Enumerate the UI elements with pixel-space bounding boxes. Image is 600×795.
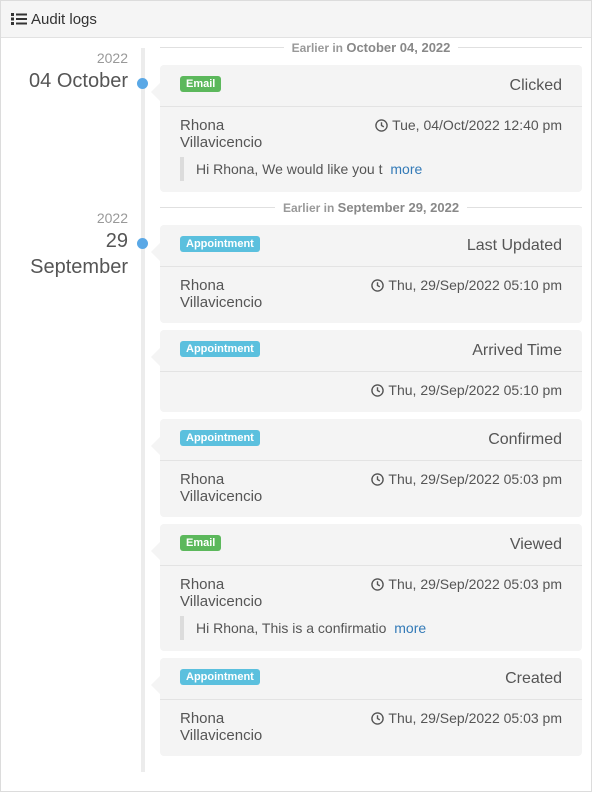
log-time: Thu, 29/Sep/2022 05:03 pm [371,576,562,592]
timeline-dot [137,238,148,249]
clock-icon [371,472,385,486]
separator-date: September 29, 2022 [337,200,460,215]
clock-icon [371,278,385,292]
date-block: 2022 04 October [29,50,128,94]
appointment-badge: Appointment [180,340,260,357]
log-entry-card: Appointment Last Updated Rhona Villavice… [151,225,582,323]
log-entry-card: Email Clicked Rhona Villavicencio Tue, 0… [151,65,582,192]
clock-icon [371,383,385,397]
clock-icon [371,577,385,591]
log-time: Thu, 29/Sep/2022 05:10 pm [371,277,562,293]
person-name: Rhona Villavicencio [180,576,263,610]
clock-icon [375,118,388,132]
person-name: Rhona Villavicencio [180,471,263,505]
date-main: September [30,256,128,278]
timeline-line [141,48,145,772]
more-link[interactable]: more [394,620,426,636]
person-name: Rhona Villavicencio [180,117,263,151]
log-status: Viewed [509,535,562,553]
email-badge: Email [180,534,222,551]
timeline-dot [137,78,148,89]
email-badge: Email [180,75,222,92]
panel-header: Audit logs [1,1,591,38]
date-year: 2022 [96,50,128,66]
log-status: Created [505,669,562,687]
log-time: Tue, 04/Oct/2022 12:40 pm [375,117,562,133]
list-icon [11,13,27,25]
appointment-badge: Appointment [180,668,260,685]
log-status: Confirmed [488,430,562,448]
separator-date: October 04, 2022 [346,40,451,55]
clock-icon [371,711,385,725]
log-status: Arrived Time [472,341,562,359]
log-time: Thu, 29/Sep/2022 05:03 pm [371,471,562,487]
date-block: 2022 29 September [30,210,128,280]
appointment-badge: Appointment [180,429,260,446]
separator-prefix: Earlier in [282,201,335,215]
log-time: Thu, 29/Sep/2022 05:03 pm [371,710,562,726]
date-main: 29 [105,230,128,252]
date-separator: Earlier in October 04, 2022 [160,40,583,55]
person-name: Rhona Villavicencio [180,710,263,744]
log-time: Thu, 29/Sep/2022 05:10 pm [371,382,562,398]
date-year: 2022 [96,210,128,226]
date-main: 04 October [29,70,128,92]
message-preview: Hi Rhona, This is a confirmatio more [180,616,562,640]
log-status: Clicked [509,76,562,94]
separator-prefix: Earlier in [291,41,343,55]
date-separator: Earlier in September 29, 2022 [160,200,583,215]
message-preview: Hi Rhona, We would like you t more [180,157,562,181]
panel-title: Audit logs [31,10,97,28]
appointment-badge: Appointment [180,235,260,252]
log-entry-card: Email Viewed Rhona Villavicencio Thu, 29… [151,524,582,651]
more-link[interactable]: more [390,161,422,177]
log-entry-card: Appointment Arrived Time Thu, 29/Sep/202… [151,330,582,412]
person-name: Rhona Villavicencio [180,277,263,311]
log-entry-card: Appointment Confirmed Rhona Villavicenci… [151,419,582,517]
log-entry-card: Appointment Created Rhona Villavicencio … [151,658,582,756]
log-status: Last Updated [466,236,562,254]
